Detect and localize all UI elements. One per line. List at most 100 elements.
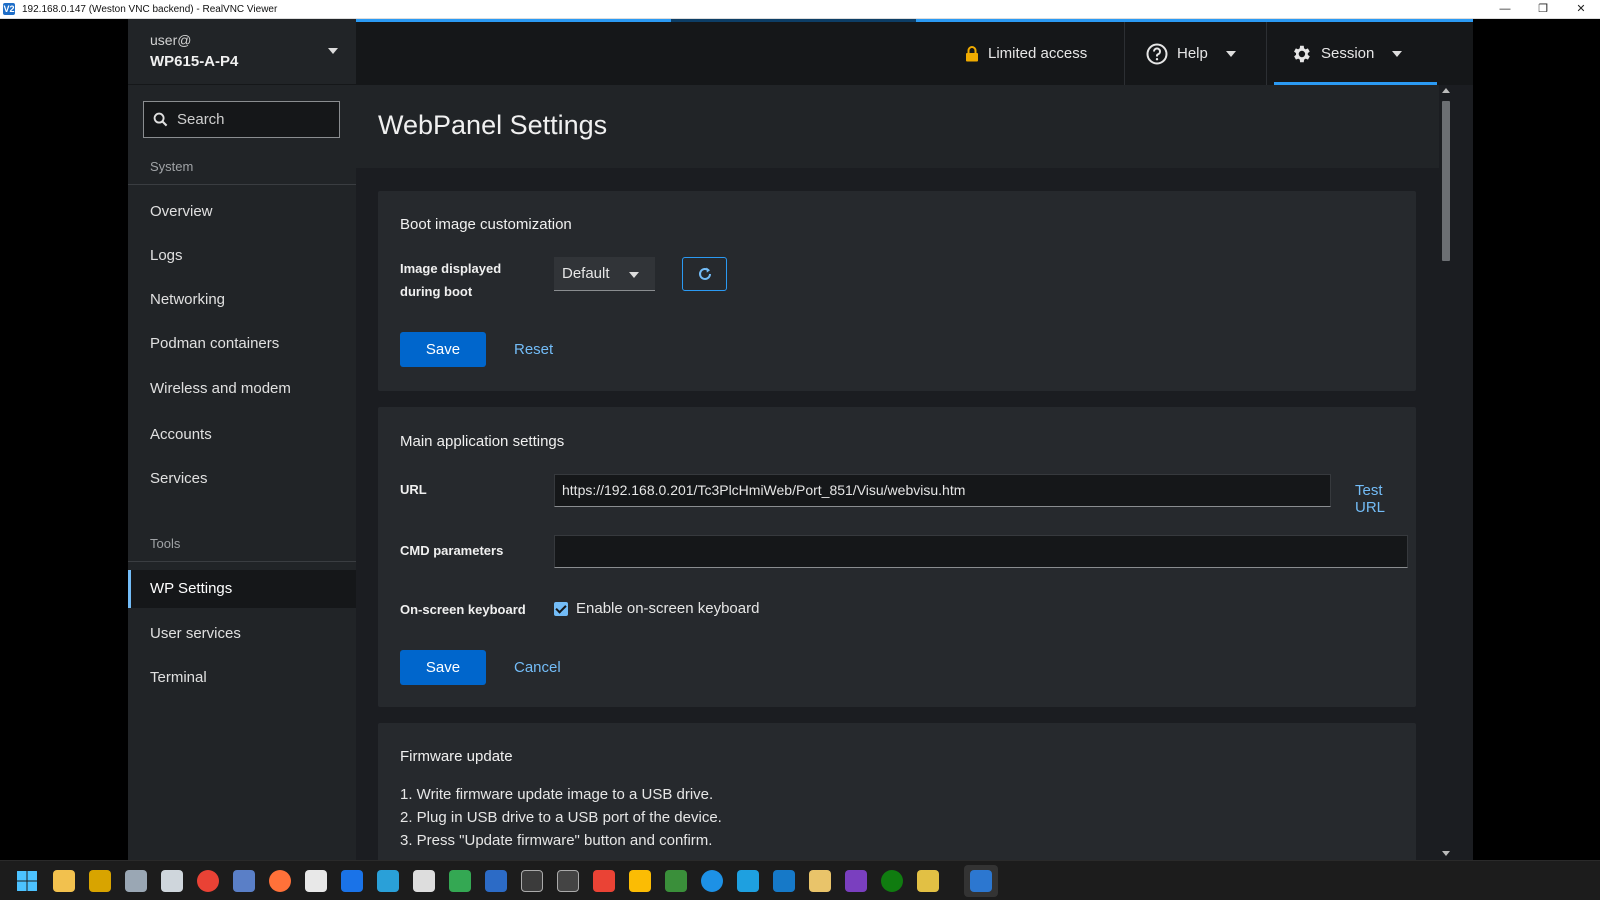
on-screen-keyboard-checkbox-label[interactable]: Enable on-screen keyboard xyxy=(576,600,759,617)
wireshark-icon[interactable] xyxy=(773,870,795,892)
firefox-icon[interactable] xyxy=(269,870,291,892)
help-label: Help xyxy=(1177,45,1208,62)
masthead: Limited access Help Session xyxy=(356,22,1473,85)
url-input[interactable]: https://192.168.0.201/Tc3PlcHmiWeb/Port_… xyxy=(554,474,1331,507)
list-item: 1. Write firmware update image to a USB … xyxy=(400,786,714,803)
session-label: Session xyxy=(1321,45,1375,62)
limited-access-button[interactable]: Limited access xyxy=(965,22,1087,85)
refresh-button[interactable] xyxy=(682,257,727,291)
calendar-icon[interactable] xyxy=(341,870,363,892)
main-save-button[interactable]: Save xyxy=(400,650,486,685)
sidebar-item-terminal[interactable]: Terminal xyxy=(128,659,356,697)
app-icon[interactable] xyxy=(233,870,255,892)
boot-reset-link[interactable]: Reset xyxy=(514,341,553,358)
refresh-icon xyxy=(698,267,711,280)
archive-icon[interactable] xyxy=(809,870,831,892)
section-label-tools: Tools xyxy=(150,536,181,551)
remote-screen: user@ WP615-A-P4 Search System Overview … xyxy=(128,19,1473,860)
sidebar-item-logs[interactable]: Logs xyxy=(128,237,356,275)
host-user: user@ xyxy=(150,32,192,48)
network-tool-icon[interactable] xyxy=(89,870,111,892)
close-icon[interactable]: ✕ xyxy=(1562,0,1600,19)
terminal-icon[interactable] xyxy=(557,870,579,892)
chevron-down-icon xyxy=(629,272,639,278)
boot-save-button[interactable]: Save xyxy=(400,332,486,367)
sidebar-item-accounts[interactable]: Accounts xyxy=(128,416,356,454)
sidebar-item-overview[interactable]: Overview xyxy=(128,193,356,231)
remote-tool-icon[interactable] xyxy=(125,870,147,892)
card-title: Firmware update xyxy=(400,748,513,765)
chevron-down-icon xyxy=(1392,50,1403,57)
search-icon xyxy=(153,112,168,127)
sidebar-item-networking[interactable]: Networking xyxy=(128,281,356,319)
cmd-icon[interactable] xyxy=(521,870,543,892)
cmd-parameters-label: CMD parameters xyxy=(400,543,504,558)
scroll-up-icon[interactable] xyxy=(1442,88,1450,93)
firmware-steps-list: 1. Write firmware update image to a USB … xyxy=(400,783,722,852)
session-menu-button[interactable]: Session xyxy=(1290,22,1403,85)
section-label-system: System xyxy=(150,159,194,174)
cmd-parameters-input[interactable] xyxy=(554,535,1408,568)
host-name: WP615-A-P4 xyxy=(150,53,239,70)
image-displayed-label: Image displayed during boot xyxy=(400,261,502,299)
sidebar-item-wp-settings[interactable]: WP Settings xyxy=(128,570,356,608)
windows-start-icon[interactable] xyxy=(16,870,38,892)
help-icon xyxy=(1146,43,1168,64)
sidebar-item-services[interactable]: Services xyxy=(128,460,356,498)
content-scrollbar[interactable] xyxy=(1439,85,1453,860)
chevron-down-icon xyxy=(328,48,338,54)
list-item: 3. Press "Update firmware" button and co… xyxy=(400,832,713,849)
media-icon[interactable] xyxy=(413,870,435,892)
page-title: WebPanel Settings xyxy=(378,110,608,140)
notes-icon[interactable] xyxy=(917,870,939,892)
xbox-icon[interactable] xyxy=(881,870,903,892)
restore-icon[interactable]: ❐ xyxy=(1524,0,1562,19)
on-screen-keyboard-label: On-screen keyboard xyxy=(400,602,526,617)
minimize-icon[interactable]: — xyxy=(1486,0,1524,19)
sync-icon[interactable] xyxy=(737,870,759,892)
list-item: 2. Plug in USB drive to a USB port of th… xyxy=(400,809,722,826)
lock-icon xyxy=(966,45,978,61)
main-cancel-link[interactable]: Cancel xyxy=(514,659,561,676)
google-drive-icon[interactable] xyxy=(629,870,651,892)
chevron-down-icon xyxy=(1225,50,1236,57)
file-explorer-icon[interactable] xyxy=(53,870,75,892)
search-placeholder: Search xyxy=(177,111,225,128)
search-input[interactable]: Search xyxy=(143,101,340,138)
card-title: Main application settings xyxy=(400,433,565,450)
limited-access-label: Limited access xyxy=(988,45,1088,62)
virtualbox-icon[interactable] xyxy=(161,870,183,892)
realvnc-app-icon: V2 xyxy=(3,3,15,15)
gmail-icon[interactable] xyxy=(593,870,615,892)
test-url-link[interactable]: Test URL xyxy=(1355,482,1416,516)
realvnc-icon[interactable] xyxy=(970,870,992,892)
camera-icon[interactable] xyxy=(845,870,867,892)
chrome-icon[interactable] xyxy=(197,870,219,892)
sidebar-item-user-services[interactable]: User services xyxy=(128,615,356,653)
boot-image-select[interactable]: Default xyxy=(554,257,655,291)
drive-icon[interactable] xyxy=(449,870,471,892)
main-content: WebPanel Settings Boot image customizati… xyxy=(356,85,1439,860)
ram-tool-icon[interactable] xyxy=(665,870,687,892)
scrollbar-thumb[interactable] xyxy=(1442,101,1450,261)
sidebar: user@ WP615-A-P4 Search System Overview … xyxy=(128,19,356,860)
docker-icon[interactable] xyxy=(701,870,723,892)
help-menu-button[interactable]: Help xyxy=(1146,22,1236,85)
window-titlebar: V2 192.168.0.147 (Weston VNC backend) - … xyxy=(0,0,1600,19)
firmware-update-card: Firmware update 1. Write firmware update… xyxy=(378,723,1416,860)
host-switcher[interactable]: user@ WP615-A-P4 xyxy=(128,19,356,85)
storage-icon[interactable] xyxy=(305,870,327,892)
on-screen-keyboard-checkbox[interactable] xyxy=(554,602,568,616)
powershell-icon[interactable] xyxy=(485,870,507,892)
url-label: URL xyxy=(400,482,427,497)
main-app-settings-card: Main application settings URL https://19… xyxy=(378,407,1416,707)
boot-image-card: Boot image customization Image displayed… xyxy=(378,191,1416,391)
window-title: 192.168.0.147 (Weston VNC backend) - Rea… xyxy=(22,3,278,15)
sidebar-item-wireless-and-modem[interactable]: Wireless and modem xyxy=(128,370,356,408)
card-title: Boot image customization xyxy=(400,216,572,233)
page-header: WebPanel Settings xyxy=(356,85,1439,168)
screenshot-icon[interactable] xyxy=(377,870,399,892)
sidebar-item-podman-containers[interactable]: Podman containers xyxy=(128,325,356,363)
scroll-down-icon[interactable] xyxy=(1442,851,1450,856)
taskbar xyxy=(0,860,1600,900)
